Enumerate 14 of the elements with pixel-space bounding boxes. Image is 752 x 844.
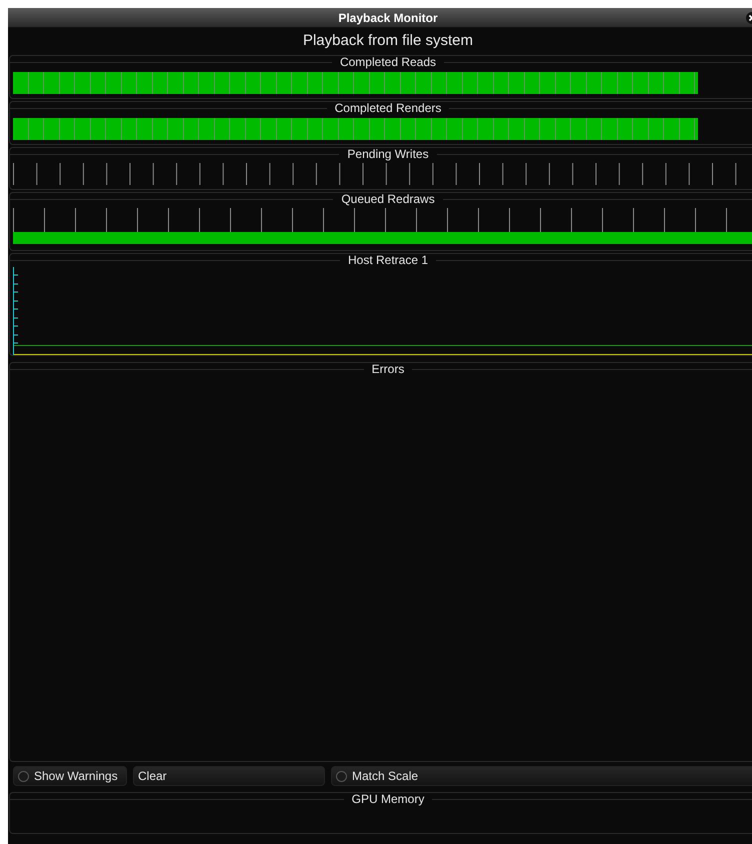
section-title: Pending Writes [346, 147, 430, 161]
section-title: Errors [370, 362, 406, 376]
checkbox[interactable]: Show Warnings [13, 766, 127, 786]
section-title: Queued Redraws [340, 192, 436, 206]
window-title: Playback Monitor [338, 10, 438, 26]
section-title: Completed Reads [338, 55, 438, 69]
checkbox[interactable]: Match Scale [331, 766, 752, 786]
clear-button[interactable]: Clear [133, 766, 325, 786]
playback-heading: Playback from file system [302, 31, 474, 51]
section-title: Host Retrace 1 [346, 253, 430, 267]
section-title: GPU Memory [350, 792, 426, 806]
section-title: Completed Renders [334, 101, 442, 115]
checkbox-indicator[interactable] [336, 770, 347, 782]
checkbox-indicator[interactable] [18, 770, 29, 782]
